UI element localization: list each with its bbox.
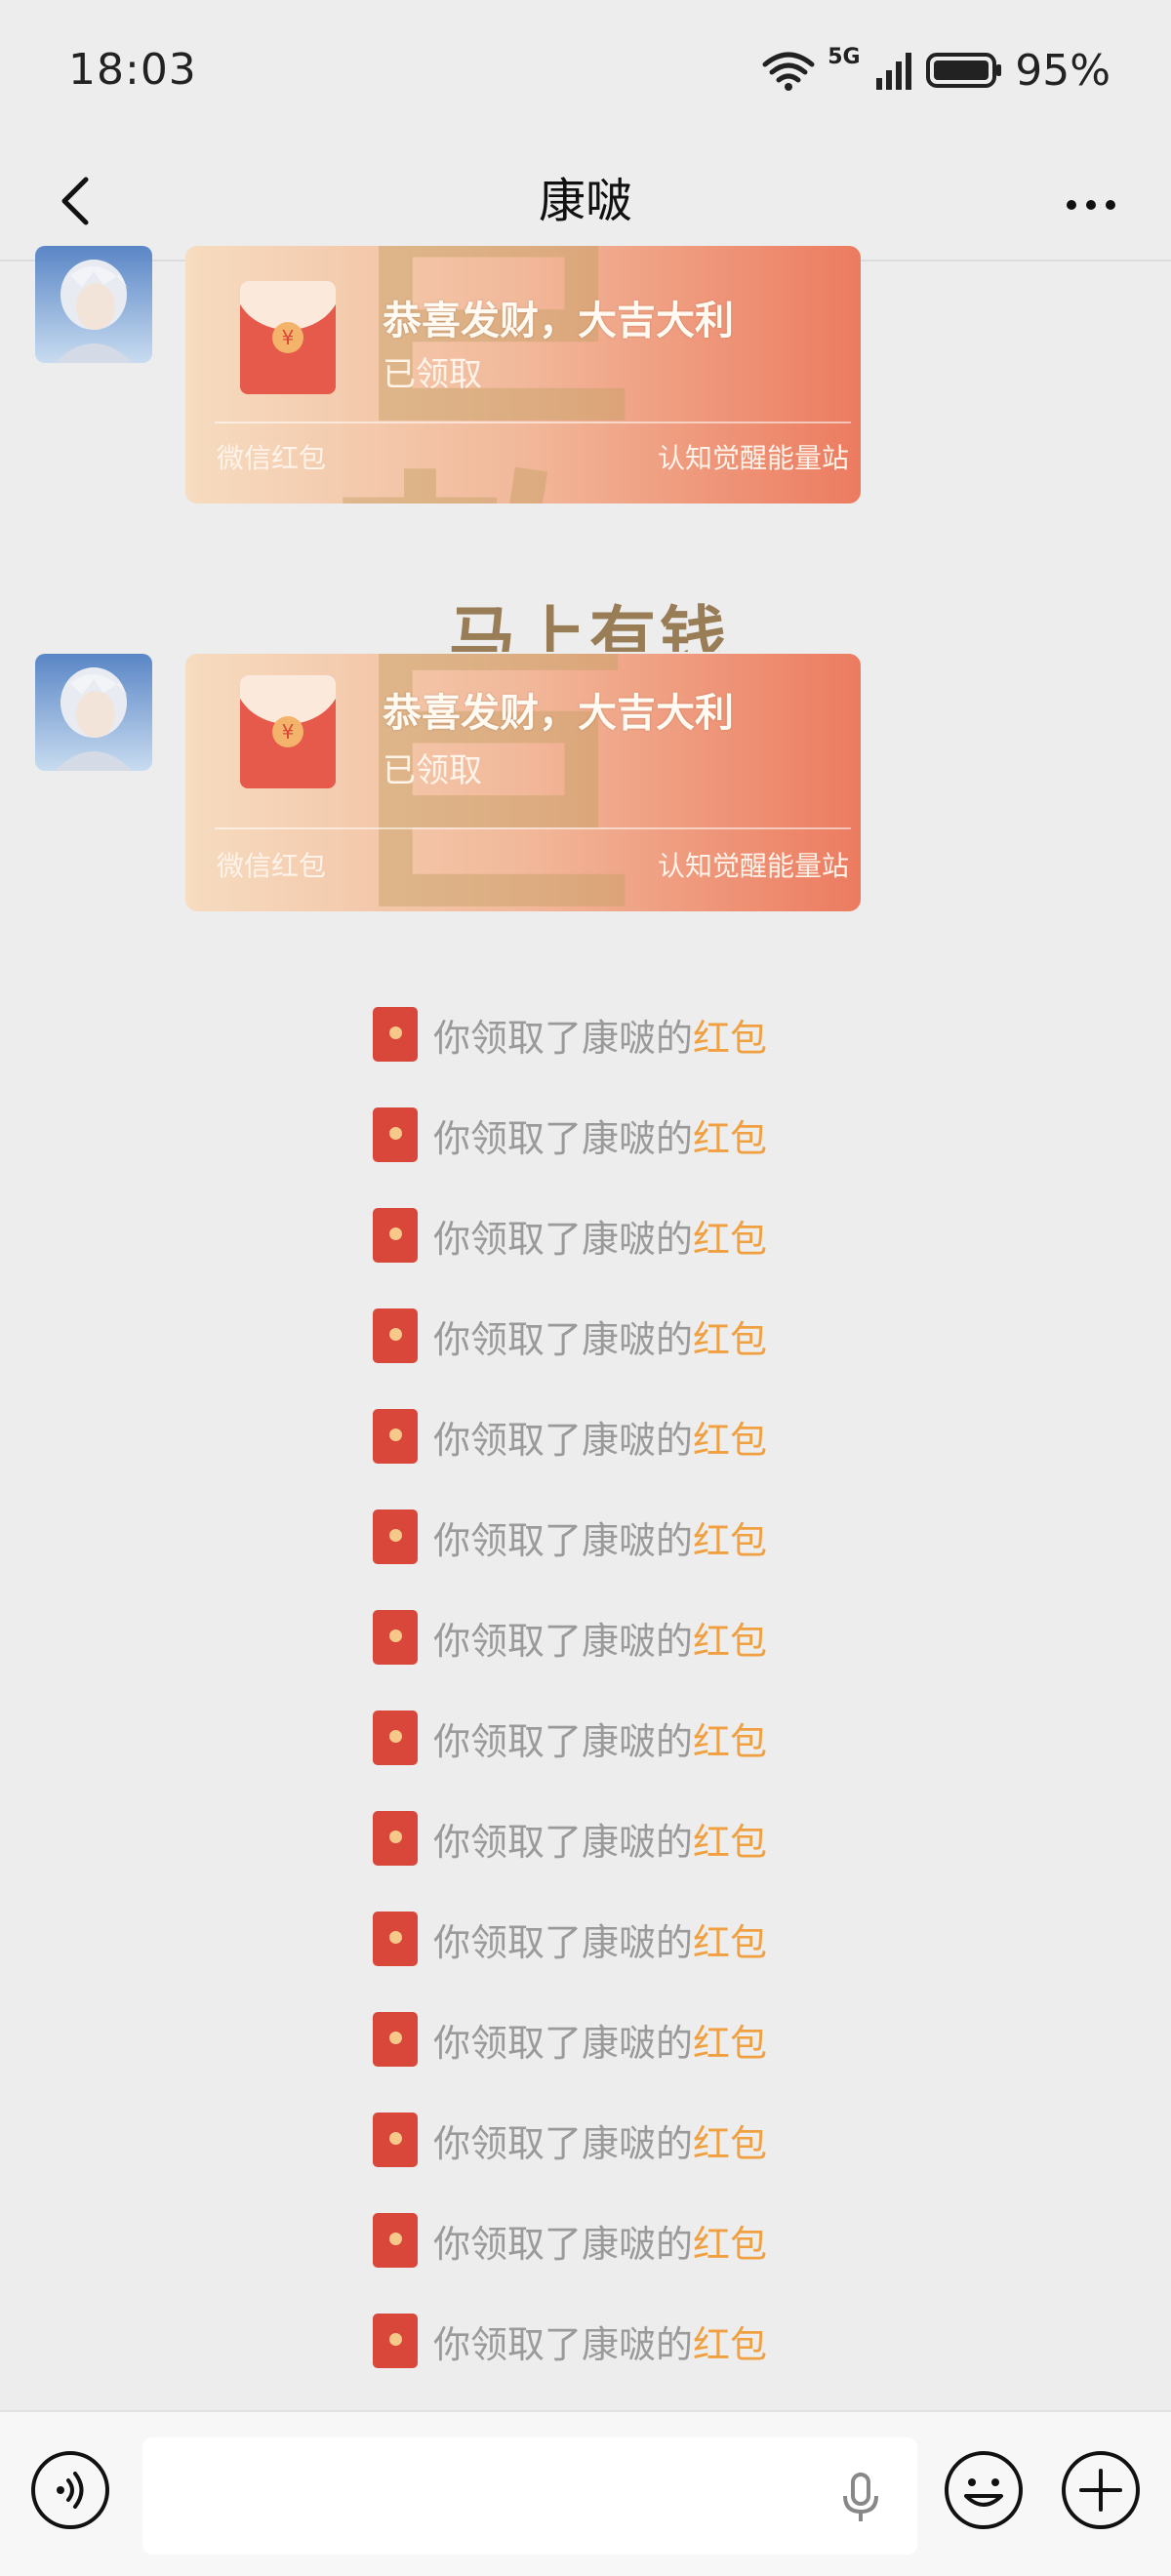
system-notice: 你领取了康啵的 红包 (373, 2111, 767, 2169)
red-packet-link[interactable]: 红包 (693, 1711, 767, 1765)
voice-button[interactable] (29, 2449, 111, 2531)
system-notice: 你领取了康啵的 红包 (373, 2312, 767, 2370)
red-packet-icon (373, 1308, 418, 1363)
red-packet-icon (373, 1509, 418, 1564)
status-time: 18:03 (68, 45, 197, 95)
red-packet-icon (373, 1208, 418, 1263)
system-notice: 你领取了康啵的 红包 (373, 1407, 767, 1466)
red-packet-source: 认知觉醒能量站 (657, 850, 849, 882)
system-notice: 你领取了康啵的 红包 (373, 1106, 767, 1164)
system-notice: 你领取了康啵的 红包 (373, 1005, 767, 1064)
chat-title: 康啵 (538, 174, 632, 228)
red-packet-icon (373, 1811, 418, 1866)
red-packet-message[interactable]: 巨款 ¥ 恭喜发财，大吉大利 已领取 微信红包 认知觉醒能量站 (185, 654, 861, 911)
red-packet-title: 恭喜发财，大吉大利 (383, 691, 734, 736)
microphone-icon[interactable] (831, 2469, 890, 2527)
red-packet-status: 已领取 (383, 355, 482, 394)
red-packet-link[interactable]: 红包 (693, 1108, 767, 1162)
red-packet-status: 已领取 (383, 751, 482, 790)
voice-icon (31, 2451, 109, 2529)
red-packet-divider (215, 827, 851, 829)
battery-percent: 95% (1015, 45, 1110, 96)
red-packet-link[interactable]: 红包 (693, 1209, 767, 1263)
chat-screen: 18:03 5G 95% 康啵 巨 ¥ 恭喜发财，大吉大利 已领取 微信红包 认… (0, 0, 1171, 2576)
emoji-button[interactable] (943, 2449, 1025, 2531)
wifi-icon (761, 49, 816, 92)
decoration-text: 马上有钱 (449, 599, 731, 652)
input-bar (0, 2410, 1171, 2576)
avatar-image (35, 246, 152, 363)
red-packet-icon (373, 1107, 418, 1162)
red-packet-title: 恭喜发财，大吉大利 (383, 299, 734, 343)
battery-icon (925, 49, 1003, 92)
red-packet-icon (373, 1912, 418, 1966)
message-input[interactable] (142, 2437, 917, 2555)
red-packet-type: 微信红包 (217, 442, 327, 474)
red-packet-link[interactable]: 红包 (693, 2314, 767, 2368)
red-packet-type: 微信红包 (217, 850, 327, 882)
red-packet-icon (373, 1007, 418, 1062)
system-notice: 你领取了康啵的 红包 (373, 1809, 767, 1868)
red-packet-source: 认知觉醒能量站 (657, 442, 849, 474)
system-notice: 你领取了康啵的 红包 (373, 2211, 767, 2270)
red-packet-link[interactable]: 红包 (693, 1611, 767, 1665)
avatar[interactable] (35, 246, 152, 363)
red-packet-icon (373, 1610, 418, 1665)
red-packet-icon (373, 2012, 418, 2067)
red-packet-icon (373, 2314, 418, 2368)
red-packet-link[interactable]: 红包 (693, 1309, 767, 1363)
system-notice: 你领取了康啵的 红包 (373, 1206, 767, 1265)
red-packet-link[interactable]: 红包 (693, 2214, 767, 2268)
red-packet-icon (373, 1409, 418, 1464)
red-packet-link[interactable]: 红包 (693, 2113, 767, 2167)
plus-icon (1062, 2451, 1140, 2529)
avatar-image (35, 654, 152, 771)
network-type-label: 5G (828, 45, 861, 69)
ellipsis-icon (1067, 200, 1115, 210)
system-notice: 你领取了康啵的 红包 (373, 2010, 767, 2069)
plus-button[interactable] (1060, 2449, 1142, 2531)
red-packet-link[interactable]: 红包 (693, 1410, 767, 1464)
system-notice: 你领取了康啵的 红包 (373, 1608, 767, 1667)
red-packet-link[interactable]: 红包 (693, 1812, 767, 1866)
red-packet-icon (373, 1711, 418, 1765)
signal-icon (874, 49, 913, 92)
system-notice: 你领取了康啵的 红包 (373, 1508, 767, 1566)
red-packet-link[interactable]: 红包 (693, 1510, 767, 1564)
avatar[interactable] (35, 654, 152, 771)
system-notice: 你领取了康啵的 红包 (373, 1709, 767, 1767)
red-packet-link[interactable]: 红包 (693, 2013, 767, 2067)
more-button[interactable] (1050, 160, 1132, 242)
system-notice: 你领取了康啵的 红包 (373, 1307, 767, 1365)
system-notice: 你领取了康啵的 红包 (373, 1910, 767, 1968)
red-packet-message[interactable]: 巨款 ¥ 恭喜发财，大吉大利 已领取 微信红包 认知觉醒能量站 (185, 246, 861, 503)
status-bar: 18:03 5G 95% (0, 0, 1171, 144)
red-packet-link[interactable]: 红包 (693, 1912, 767, 1966)
red-packet-envelope-icon: ¥ (240, 675, 336, 788)
red-packet-link[interactable]: 红包 (693, 1008, 767, 1062)
red-packet-divider (215, 422, 851, 423)
chat-header: 康啵 (0, 144, 1171, 262)
red-packet-icon (373, 2213, 418, 2268)
status-indicators: 5G 95% (761, 43, 1110, 98)
emoji-icon (945, 2451, 1023, 2529)
red-packet-envelope-icon: ¥ (240, 281, 336, 394)
red-packet-icon (373, 2113, 418, 2167)
